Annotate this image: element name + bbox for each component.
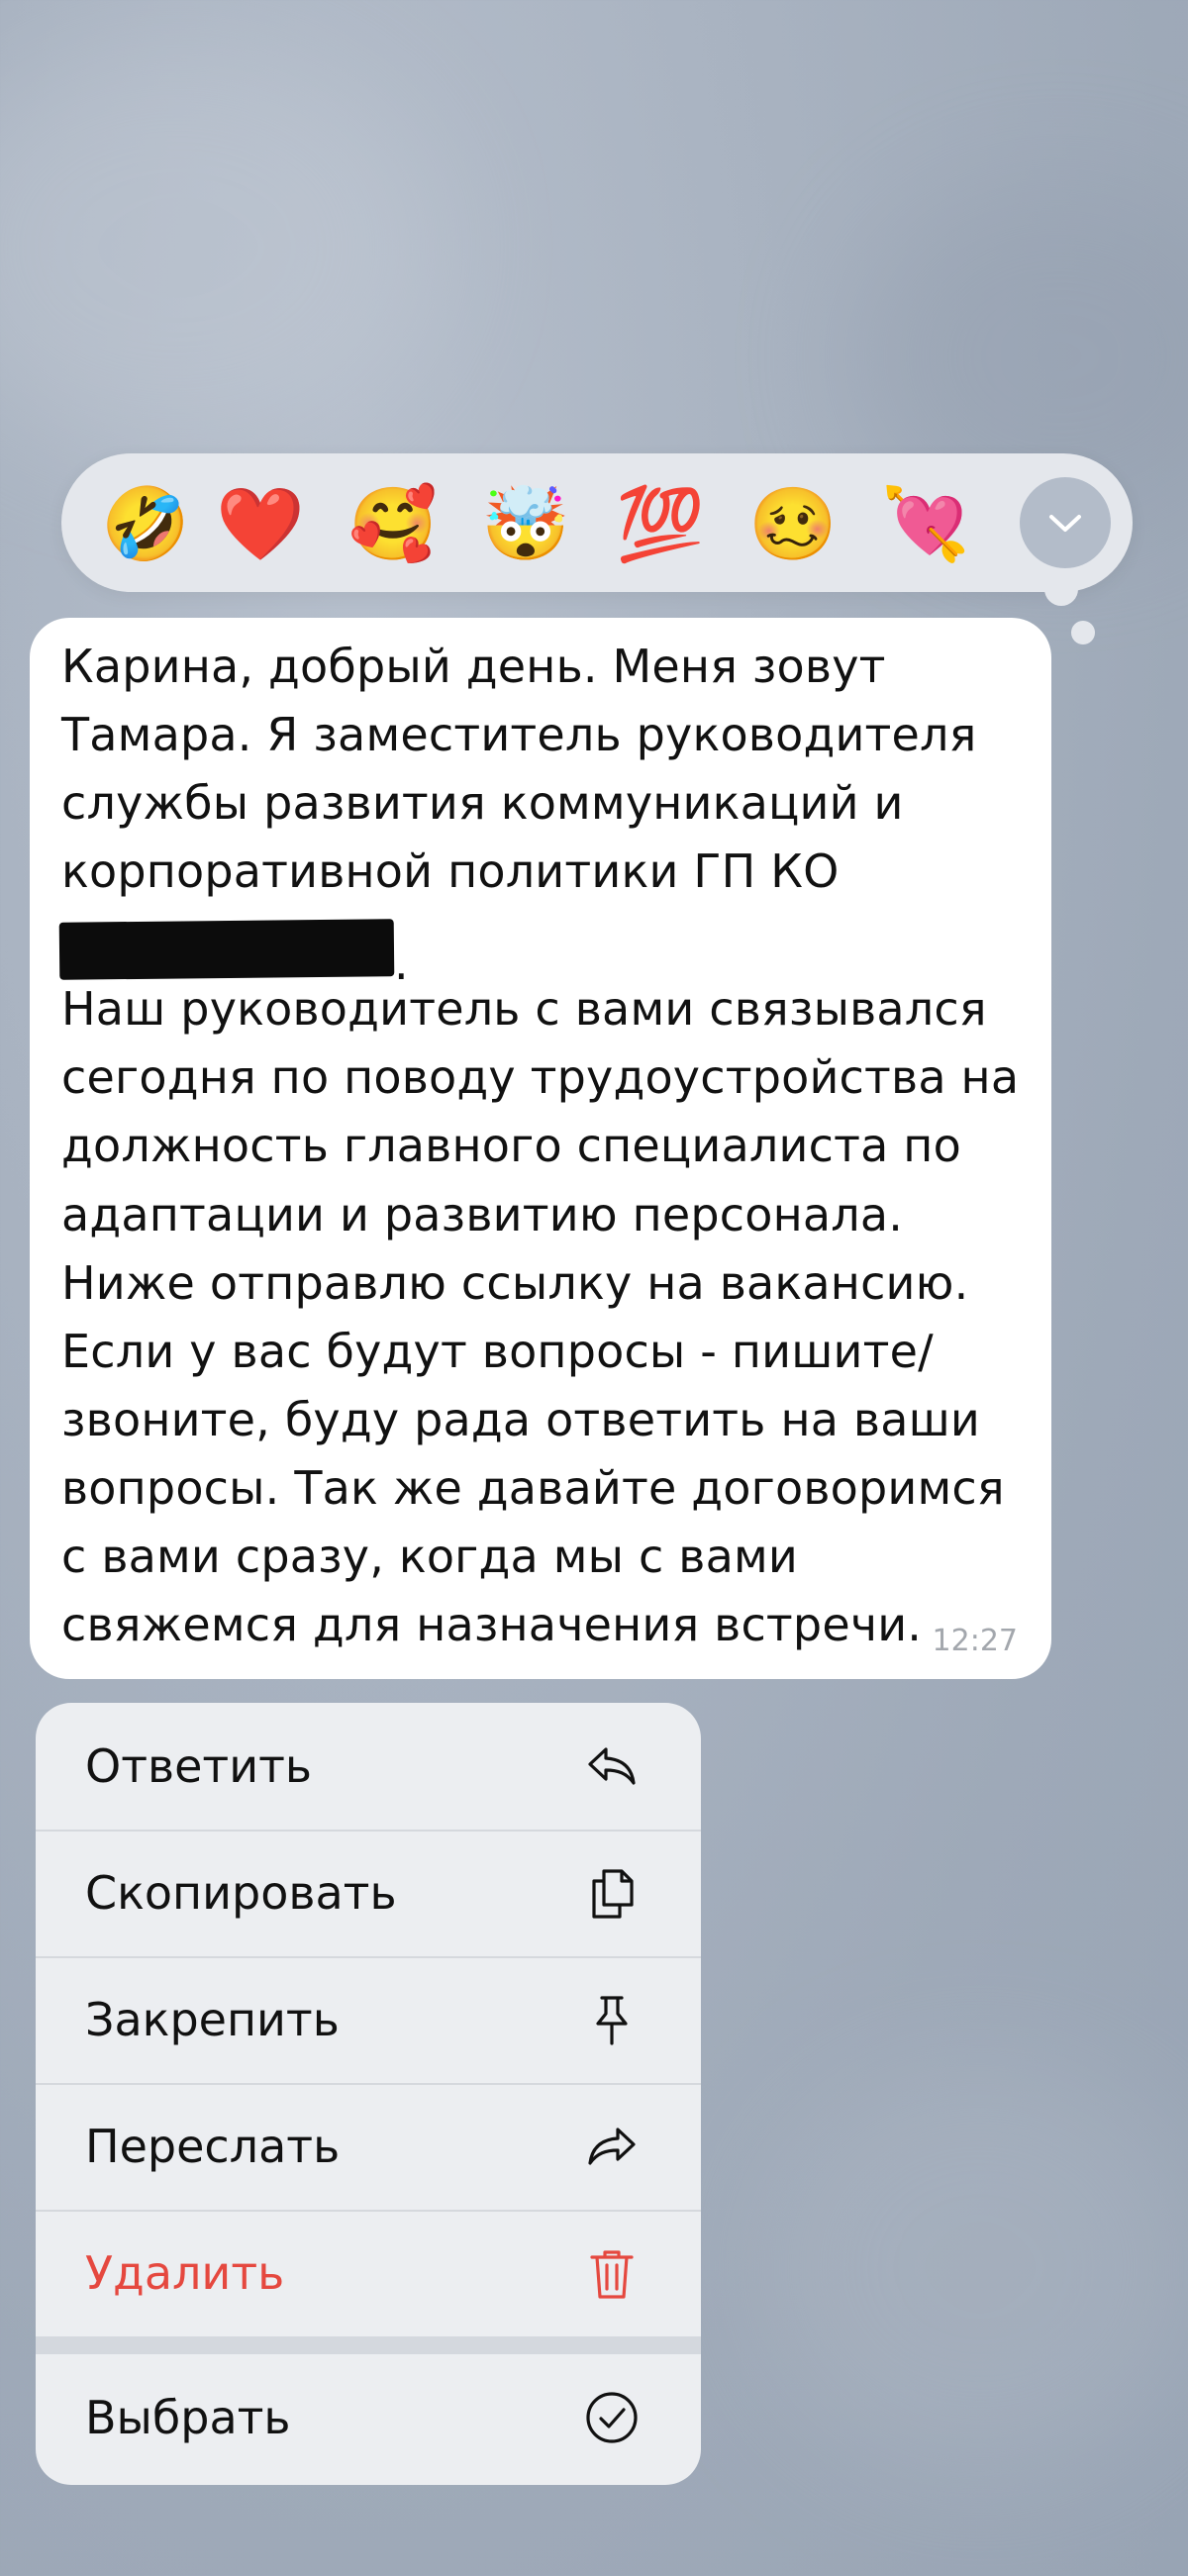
- reaction-rolling-on-floor-laughing[interactable]: 🤣: [101, 479, 190, 568]
- copy-icon: [592, 1869, 634, 1919]
- message-line: Если у вас будут вопросы - пишите/: [61, 1325, 934, 1378]
- menu-separator: [36, 2336, 701, 2354]
- reply-icon: [588, 1747, 636, 1785]
- forward-icon: [588, 2128, 636, 2165]
- reaction-red-heart[interactable]: ❤️: [216, 479, 305, 568]
- menu-item-reply[interactable]: Ответить: [36, 1703, 701, 1832]
- message-line: с вами сразу, когда мы с вами: [61, 1530, 799, 1583]
- menu-item-pin[interactable]: Закрепить: [36, 1956, 701, 2085]
- message-line: корпоративной политики ГП КО: [61, 844, 840, 898]
- chevron-down-icon: [1049, 515, 1081, 532]
- message-line: свяжемся для назначения встречи.: [61, 1598, 923, 1651]
- reaction-emoji: 🤯: [481, 482, 570, 565]
- reaction-emoji: 💘: [881, 482, 970, 565]
- message-line: Тамара. Я заместитель руководителя: [61, 708, 977, 761]
- message-line: Наш руководитель с вами связывался: [61, 982, 987, 1036]
- reaction-emoji: 🤣: [101, 482, 190, 565]
- expand-reactions-button[interactable]: [1020, 477, 1111, 568]
- message-line: Карина, добрый день. Меня зовут: [61, 640, 886, 693]
- message-timestamp: 12:27: [932, 1624, 1018, 1658]
- menu-item-label: Ответить: [85, 1739, 313, 1793]
- checkmark-circle-icon: [586, 2392, 638, 2443]
- menu-item-label: Выбрать: [85, 2391, 291, 2444]
- reaction-emoji: 💯: [616, 482, 705, 565]
- reactions-bar-tail: [1071, 621, 1095, 644]
- reaction-emoji: 🥴: [748, 482, 838, 565]
- menu-item-label: Закрепить: [85, 1993, 340, 2046]
- message-line: Ниже отправлю ссылку на вакансию.: [61, 1256, 969, 1310]
- reaction-hundred-points[interactable]: 💯: [616, 479, 705, 568]
- menu-item-delete[interactable]: Удалить: [36, 2210, 701, 2336]
- background-blur: [0, 40, 436, 455]
- message-line: сегодня по поводу трудоустройства на: [61, 1050, 1020, 1104]
- trash-icon: [590, 2250, 634, 2299]
- menu-item-label: Переслать: [85, 2120, 341, 2173]
- reactions-bar: 🤣 ❤️ 🥰 🤯 💯 🥴 💘: [61, 453, 1133, 592]
- reaction-smiling-face-with-hearts[interactable]: 🥰: [348, 479, 438, 568]
- menu-item-select[interactable]: Выбрать: [36, 2354, 701, 2481]
- message-line: должность главного специалиста по: [61, 1119, 961, 1172]
- reactions-bar-tail: [1044, 572, 1078, 606]
- reaction-woozy-face[interactable]: 🥴: [748, 479, 838, 568]
- redacted-text: [58, 919, 395, 980]
- reaction-emoji: ❤️: [216, 482, 305, 565]
- message-bubble[interactable]: Карина, добрый день. Меня зовут Тамара. …: [30, 618, 1051, 1679]
- message-line: адаптации и развитию персонала.: [61, 1188, 904, 1241]
- menu-item-label: Скопировать: [85, 1866, 397, 1920]
- message-line: службы развития коммуникаций и: [61, 776, 904, 830]
- reaction-exploding-head[interactable]: 🤯: [481, 479, 570, 568]
- menu-item-copy[interactable]: Скопировать: [36, 1830, 701, 1958]
- background-blur: [752, 2059, 1188, 2475]
- message-line: звоните, буду рада ответить на ваши: [61, 1393, 981, 1446]
- menu-item-forward[interactable]: Переслать: [36, 2083, 701, 2212]
- message-line: вопросы. Так же давайте договоримся: [61, 1461, 1005, 1515]
- reaction-heart-with-arrow[interactable]: 💘: [881, 479, 970, 568]
- context-menu: Ответить Скопировать Закрепить Переслать…: [36, 1703, 701, 2485]
- reaction-emoji: 🥰: [348, 482, 438, 565]
- menu-item-label: Удалить: [85, 2246, 285, 2300]
- pin-icon: [596, 1996, 628, 2045]
